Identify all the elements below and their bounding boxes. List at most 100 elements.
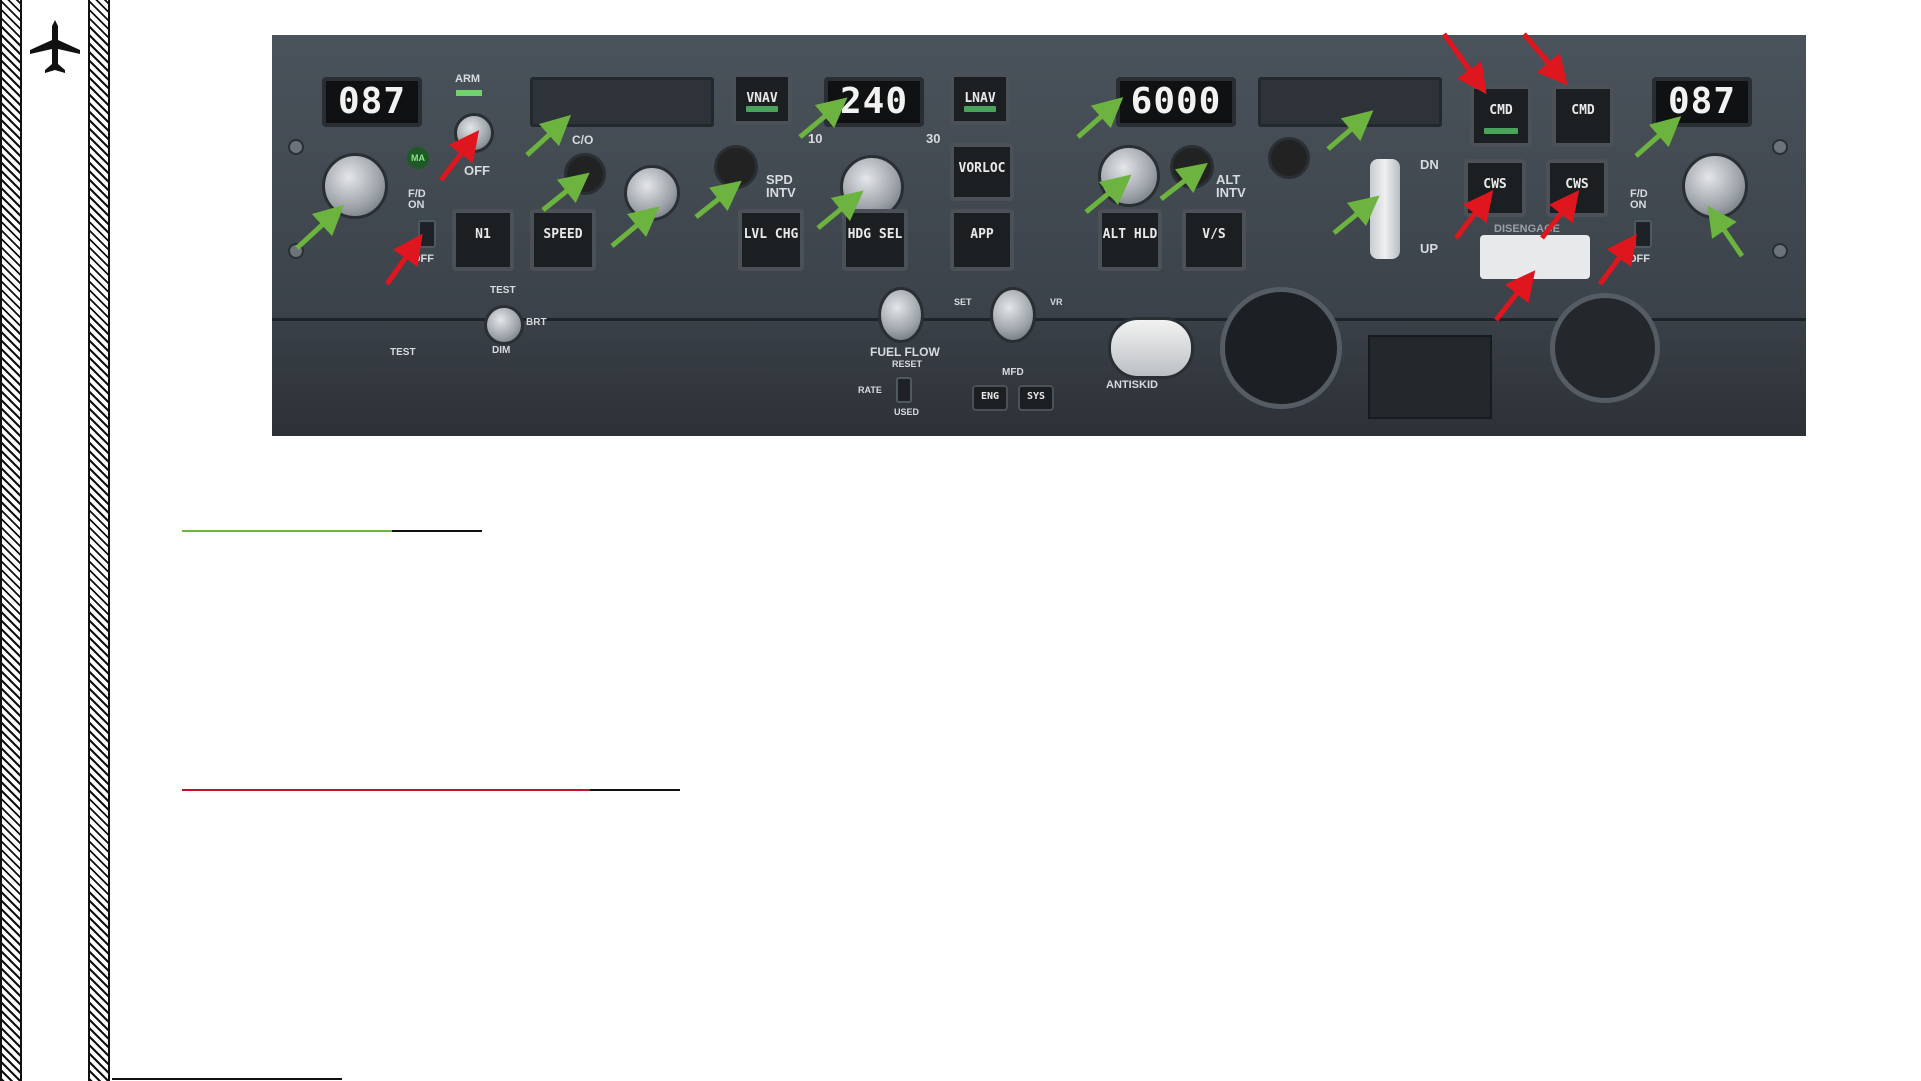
at-off-label: OFF	[464, 163, 490, 178]
ma-light: MA	[407, 147, 429, 169]
right-course-display: 087	[1652, 77, 1752, 127]
right-fd-switch[interactable]	[1634, 220, 1652, 248]
alt-hld-button[interactable]: ALT HLD	[1098, 209, 1162, 271]
app-button[interactable]: APP	[950, 209, 1014, 271]
eng-label: ENG	[980, 391, 1000, 402]
hdg-sel-label: HDG SEL	[847, 227, 903, 242]
cmd-a-label: CMD	[1489, 103, 1513, 118]
speed-button[interactable]: SPEED	[530, 209, 596, 271]
rate-label: RATE	[858, 385, 882, 395]
disengage-label: DISENGAGE	[1494, 223, 1561, 235]
altitude-knob[interactable]	[1098, 145, 1160, 207]
co-button[interactable]	[564, 153, 606, 195]
screw	[288, 243, 304, 259]
fuel-flow-switch[interactable]	[896, 377, 912, 403]
arm-light	[456, 90, 482, 96]
arm-label: ARM	[455, 73, 481, 85]
left-course-display: 087	[322, 77, 422, 127]
cmd-b-label: CMD	[1571, 103, 1595, 118]
heading-display: 240	[824, 77, 924, 127]
green-section-underline	[182, 530, 392, 532]
right-fd-off-label: OFF	[1628, 253, 1650, 265]
cmd-a-button[interactable]: CMD	[1470, 85, 1532, 147]
footer-rule	[112, 1078, 342, 1080]
left-fd-switch[interactable]	[418, 220, 436, 248]
dim-label: DIM	[492, 345, 511, 356]
mcp-panel-image: 087 ARM OFF MA F/D ON OFF C/O SPD INTV V…	[272, 35, 1806, 436]
vorloc-label: VORLOC	[958, 161, 1006, 176]
vs-display	[1258, 77, 1442, 127]
screw	[1772, 243, 1788, 259]
vs-thumbwheel[interactable]	[1370, 159, 1400, 259]
antiskid-label: ANTISKID	[1106, 379, 1158, 391]
vnav-button[interactable]: VNAV	[732, 73, 792, 125]
vorloc-button[interactable]: VORLOC	[950, 143, 1014, 201]
ias-mach-display	[530, 77, 714, 127]
hdg-scale-10: 10	[808, 131, 823, 146]
inner-hatched-rail	[88, 0, 110, 1081]
test-label-left: TEST	[390, 347, 416, 358]
left-course-knob[interactable]	[322, 153, 388, 219]
lnav-button[interactable]: LNAV	[950, 73, 1010, 125]
lnav-label: LNAV	[964, 91, 996, 106]
altitude-display: 6000	[1116, 77, 1236, 127]
red-section-underline	[182, 789, 590, 791]
red-section-underline-tail	[590, 789, 680, 791]
alt-intv-label: ALT INTV	[1216, 172, 1246, 200]
speed-label: SPEED	[543, 227, 583, 242]
vs-label: V/S	[1202, 227, 1226, 242]
autobrake-selector[interactable]	[1108, 317, 1194, 379]
sys-label: SYS	[1026, 391, 1046, 402]
disengage-bar[interactable]	[1480, 235, 1590, 279]
gear-panel	[1368, 335, 1492, 419]
right-course-knob[interactable]	[1682, 153, 1748, 219]
vs-button[interactable]: V/S	[1182, 209, 1246, 271]
right-fd-on-label: F/D ON	[1630, 188, 1648, 211]
brt-label: BRT	[526, 317, 547, 328]
used-label: USED	[894, 407, 920, 417]
cws-a-button[interactable]: CWS	[1464, 159, 1526, 217]
flap-gauge	[1220, 287, 1342, 409]
dn-label: DN	[1420, 157, 1439, 172]
up-label: UP	[1420, 241, 1439, 256]
test-label-top: TEST	[490, 285, 516, 296]
reset-label: RESET	[892, 359, 923, 369]
at-arm-switch[interactable]	[454, 113, 494, 153]
cws-b-label: CWS	[1565, 177, 1589, 192]
brake-pressure-gauge	[1550, 293, 1660, 403]
screw	[288, 139, 304, 155]
vr-label: VR	[1050, 297, 1063, 307]
cws-a-label: CWS	[1483, 177, 1507, 192]
alt-intv-button[interactable]	[1170, 145, 1214, 189]
n1-button[interactable]: N1	[452, 209, 514, 271]
round-button[interactable]	[1268, 137, 1310, 179]
fuel-flow-knob[interactable]	[878, 287, 924, 343]
screw	[1772, 139, 1788, 155]
mfd-eng-button[interactable]: ENG	[972, 385, 1008, 411]
test-dim-switch[interactable]	[484, 305, 524, 345]
cmd-b-button[interactable]: CMD	[1552, 85, 1614, 147]
airplane-icon	[30, 20, 80, 73]
vnav-label: VNAV	[746, 91, 778, 106]
fuel-flow-label: FUEL FLOW	[870, 345, 940, 359]
lvl-chg-label: LVL CHG	[743, 227, 799, 242]
set-label: SET	[954, 297, 972, 307]
left-hatched-rail	[0, 0, 22, 1081]
left-fd-off-label: OFF	[412, 253, 434, 265]
spd-intv-label: SPD INTV	[766, 172, 796, 200]
speed-ref-knob[interactable]	[990, 287, 1036, 343]
spd-intv-button[interactable]	[714, 145, 758, 189]
co-label: C/O	[572, 133, 594, 147]
speed-knob[interactable]	[624, 165, 680, 221]
mfd-sys-button[interactable]: SYS	[1018, 385, 1054, 411]
left-fd-on-label: F/D ON	[408, 188, 426, 211]
hdg-scale-30: 30	[926, 131, 941, 146]
hdg-sel-button[interactable]: HDG SEL	[842, 209, 908, 271]
cws-b-button[interactable]: CWS	[1546, 159, 1608, 217]
alt-hld-label: ALT HLD	[1102, 227, 1158, 242]
lvl-chg-button[interactable]: LVL CHG	[738, 209, 804, 271]
app-label: APP	[970, 227, 994, 242]
n1-label: N1	[475, 227, 491, 242]
rail-gap	[22, 0, 88, 1081]
mfd-label: MFD	[1002, 367, 1024, 378]
